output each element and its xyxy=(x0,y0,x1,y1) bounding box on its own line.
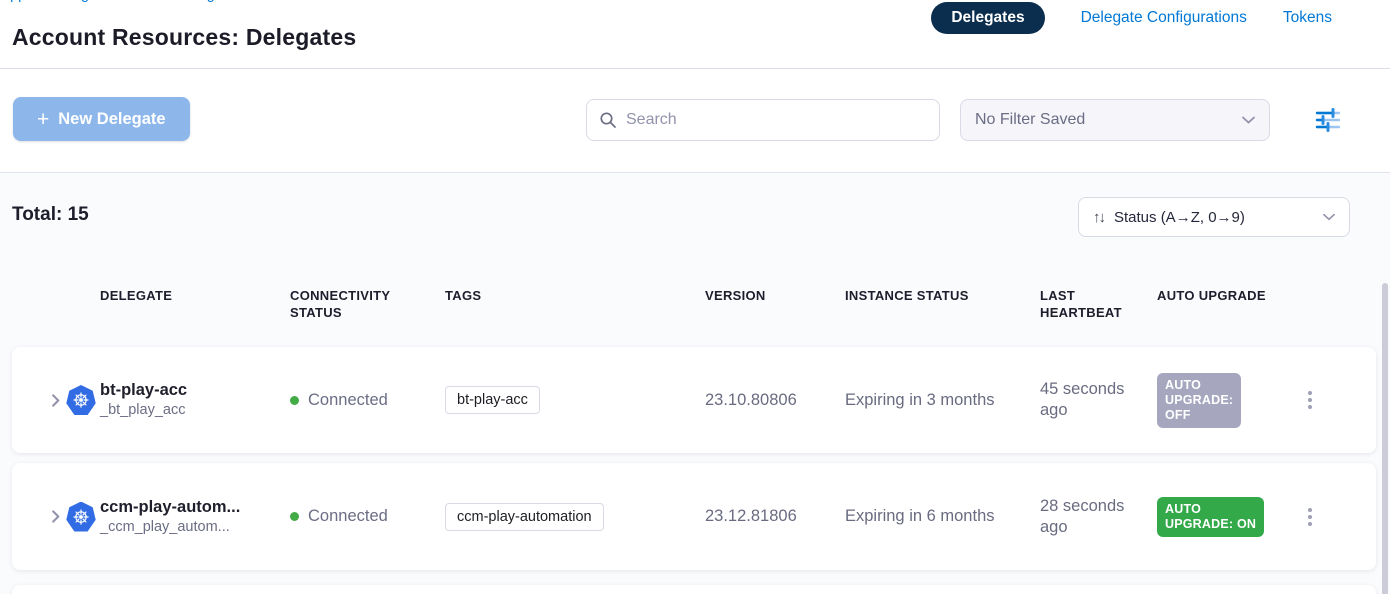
page-title: Account Resources: Delegates xyxy=(12,24,356,51)
new-delegate-button[interactable]: + New Delegate xyxy=(13,97,190,141)
connectivity-status: Connected xyxy=(308,391,388,410)
connected-status-dot xyxy=(290,512,299,521)
expand-chevron-icon[interactable] xyxy=(48,509,63,524)
delegate-identifier: _ccm_play_autom... xyxy=(100,518,290,537)
delegate-version: 23.10.80806 xyxy=(705,390,845,411)
chevron-down-icon xyxy=(1242,116,1255,124)
chevron-down-icon xyxy=(1323,213,1335,221)
column-header-connectivity-status: CONNECTIVITY STATUS xyxy=(290,287,445,321)
tag-chip: ccm-play-automation xyxy=(445,503,604,531)
delegate-name: ccm-play-autom... xyxy=(100,497,290,517)
filter-sliders-icon[interactable] xyxy=(1314,106,1342,134)
search-input[interactable] xyxy=(626,111,927,129)
new-delegate-label: New Delegate xyxy=(58,110,165,129)
table-row[interactable]: bt-play-acc _bt_play_acc Connected bt-pl… xyxy=(12,347,1376,453)
tab-tokens[interactable]: Tokens xyxy=(1283,9,1332,27)
auto-upgrade-badge: AUTO UPGRADE: OFF xyxy=(1157,373,1241,428)
column-header-auto-upgrade: AUTO UPGRADE xyxy=(1157,287,1290,304)
breadcrumb-text: app-ci-testing-account / ci-testing xyxy=(2,0,502,3)
delegate-name: bt-play-acc xyxy=(100,380,290,400)
table-header-row: DELEGATE CONNECTIVITY STATUS TAGS VERSIO… xyxy=(12,287,1376,321)
sort-arrows-icon: ↑↓ xyxy=(1093,209,1104,226)
column-header-version: VERSION xyxy=(705,287,845,304)
search-icon xyxy=(599,111,617,129)
table-row-partial[interactable] xyxy=(12,585,1376,594)
kubernetes-icon xyxy=(66,385,96,415)
tab-bar: Delegates Delegate Configurations Tokens xyxy=(931,1,1332,35)
delegate-version: 23.12.81806 xyxy=(705,506,845,527)
sort-value: Status (A→Z, 0→9) xyxy=(1114,209,1313,226)
expand-chevron-icon[interactable] xyxy=(48,393,63,408)
auto-upgrade-badge: AUTO UPGRADE: ON xyxy=(1157,497,1264,537)
saved-filter-value: No Filter Saved xyxy=(975,111,1085,129)
search-box xyxy=(586,99,940,141)
row-menu-kebab-icon[interactable] xyxy=(1298,508,1322,526)
breadcrumb[interactable]: app-ci-testing-account / ci-testing xyxy=(2,0,502,5)
last-heartbeat: 28 seconds ago xyxy=(1040,496,1157,538)
connectivity-status: Connected xyxy=(308,507,388,526)
kubernetes-icon xyxy=(66,502,96,532)
tab-delegates[interactable]: Delegates xyxy=(931,2,1044,34)
vertical-scrollbar[interactable] xyxy=(1382,283,1388,594)
saved-filter-dropdown[interactable]: No Filter Saved xyxy=(960,99,1270,141)
column-header-tags: TAGS xyxy=(445,287,705,304)
instance-status: Expiring in 3 months xyxy=(845,390,1040,411)
tag-chip: bt-play-acc xyxy=(445,386,540,414)
last-heartbeat: 45 seconds ago xyxy=(1040,379,1157,421)
table-row[interactable]: ccm-play-autom... _ccm_play_autom... Con… xyxy=(12,463,1376,570)
plus-icon: + xyxy=(37,109,49,130)
total-count: Total: 15 xyxy=(12,204,89,226)
column-header-last-heartbeat: LAST HEARTBEAT xyxy=(1040,287,1157,321)
tab-delegate-configurations[interactable]: Delegate Configurations xyxy=(1081,9,1247,27)
header-divider xyxy=(0,68,1390,69)
column-header-delegate: DELEGATE xyxy=(100,287,290,304)
row-menu-kebab-icon[interactable] xyxy=(1298,391,1322,409)
instance-status: Expiring in 6 months xyxy=(845,506,1040,527)
delegate-identifier: _bt_play_acc xyxy=(100,401,290,420)
connected-status-dot xyxy=(290,396,299,405)
column-header-instance-status: INSTANCE STATUS xyxy=(845,287,1040,304)
sort-dropdown[interactable]: ↑↓ Status (A→Z, 0→9) xyxy=(1078,197,1350,237)
